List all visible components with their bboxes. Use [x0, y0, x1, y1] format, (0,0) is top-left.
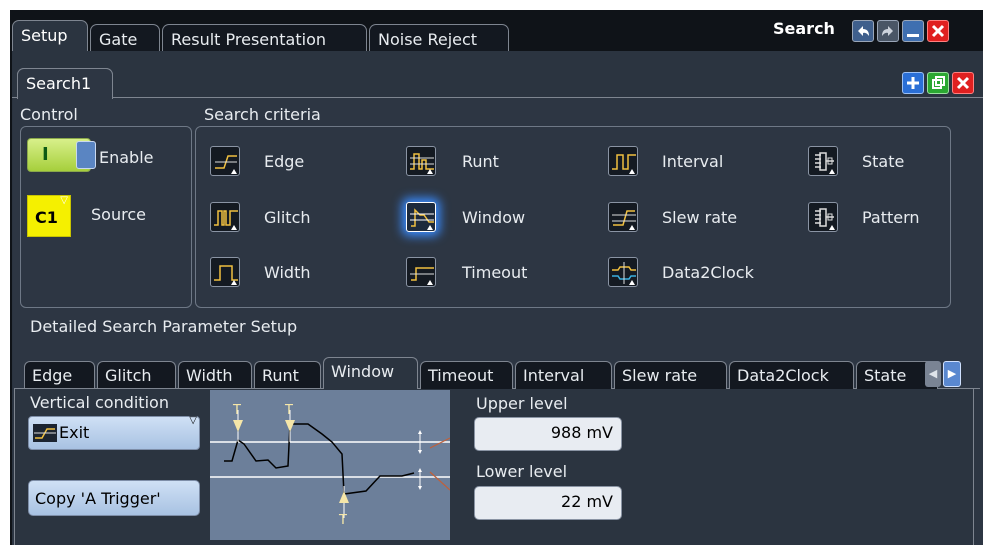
app-window: Setup Gate Result Presentation Noise Rej…	[10, 10, 983, 545]
slew-rate-icon[interactable]	[608, 202, 638, 232]
scroll-tabs-left-icon[interactable]: ◀	[925, 361, 941, 387]
copy-a-trigger-label: Copy 'A Trigger'	[35, 489, 161, 508]
copy-search-icon[interactable]	[927, 72, 949, 94]
delete-search-icon[interactable]	[952, 72, 974, 94]
tab-setup[interactable]: Setup	[12, 20, 88, 52]
width-icon[interactable]	[210, 257, 240, 287]
control-heading: Control	[20, 105, 78, 124]
toggle-thumb	[76, 141, 96, 169]
close-icon[interactable]	[927, 20, 949, 42]
detail-tab-width[interactable]: Width	[178, 361, 252, 389]
detail-tab-interval[interactable]: Interval	[515, 361, 612, 389]
tab-result-presentation[interactable]: Result Presentation	[162, 24, 367, 54]
window-icon[interactable]	[406, 202, 436, 232]
tab-noise-reject[interactable]: Noise Reject	[369, 24, 509, 54]
criteria-state[interactable]: State	[862, 152, 904, 171]
vertical-condition-label: Vertical condition	[30, 393, 169, 412]
criteria-pattern[interactable]: Pattern	[862, 208, 920, 227]
detail-tab-runt[interactable]: Runt	[254, 361, 321, 389]
glitch-icon[interactable]	[210, 202, 240, 232]
tab-gate[interactable]: Gate	[90, 24, 160, 54]
add-search-icon[interactable]	[902, 72, 924, 94]
detail-tab-timeout[interactable]: Timeout	[420, 361, 513, 389]
tab-search1-label[interactable]: Search1	[17, 68, 113, 99]
enable-toggle[interactable]: I	[27, 138, 96, 172]
interval-icon[interactable]	[608, 146, 638, 176]
trigger-marker-label: T	[285, 403, 293, 418]
edge-icon[interactable]	[210, 146, 240, 176]
undo-icon[interactable]	[852, 20, 874, 42]
upper-level-field[interactable]: 988 mV	[474, 417, 622, 451]
data2clock-icon[interactable]	[608, 257, 638, 287]
criteria-glitch[interactable]: Glitch	[264, 208, 311, 227]
dropdown-corner-icon: ▽	[189, 415, 197, 426]
lower-level-label: Lower level	[476, 462, 568, 481]
enable-label: Enable	[99, 148, 154, 167]
lower-level-field[interactable]: 22 mV	[474, 486, 622, 520]
vertical-condition-select[interactable]: Exit ▽	[28, 415, 200, 450]
trigger-marker-label: T	[339, 513, 347, 528]
criteria-slew-rate[interactable]: Slew rate	[662, 208, 737, 227]
window-preview-diagram: T T T	[210, 390, 451, 540]
minimize-icon[interactable]	[902, 20, 924, 42]
detail-heading: Detailed Search Parameter Setup	[30, 317, 298, 336]
criteria-edge[interactable]: Edge	[264, 152, 304, 171]
criteria-window[interactable]: Window	[462, 208, 525, 227]
criteria-interval[interactable]: Interval	[662, 152, 723, 171]
criteria-runt[interactable]: Runt	[462, 152, 499, 171]
toggle-on-symbol: I	[42, 144, 49, 165]
runt-icon[interactable]	[406, 146, 436, 176]
state-icon[interactable]	[808, 146, 838, 176]
scroll-tabs-right-icon[interactable]: ▶	[943, 361, 961, 387]
criteria-width[interactable]: Width	[264, 263, 310, 282]
criteria-data2clock[interactable]: Data2Clock	[662, 263, 754, 282]
vertical-condition-value: Exit	[59, 423, 90, 442]
trigger-marker-label: T	[233, 403, 241, 418]
exit-icon	[33, 424, 57, 442]
timeout-icon[interactable]	[406, 257, 436, 287]
dropdown-corner-icon: ▽	[60, 195, 68, 206]
upper-level-label: Upper level	[476, 394, 568, 413]
source-value: C1	[35, 208, 58, 227]
detail-tab-data2clock[interactable]: Data2Clock	[729, 361, 854, 389]
source-badge[interactable]: C1 ▽	[27, 195, 71, 237]
pattern-icon[interactable]	[808, 202, 838, 232]
detail-tab-glitch[interactable]: Glitch	[97, 361, 176, 389]
dialog-title: Search	[773, 19, 835, 38]
criteria-heading: Search criteria	[204, 105, 321, 124]
criteria-timeout[interactable]: Timeout	[462, 263, 527, 282]
detail-tab-slew-rate[interactable]: Slew rate	[614, 361, 727, 389]
copy-a-trigger-button[interactable]: Copy 'A Trigger'	[28, 480, 200, 516]
source-label: Source	[91, 205, 146, 224]
detail-tab-edge[interactable]: Edge	[24, 361, 95, 389]
detail-tab-window[interactable]: Window	[323, 357, 418, 390]
redo-icon[interactable]	[877, 20, 899, 42]
